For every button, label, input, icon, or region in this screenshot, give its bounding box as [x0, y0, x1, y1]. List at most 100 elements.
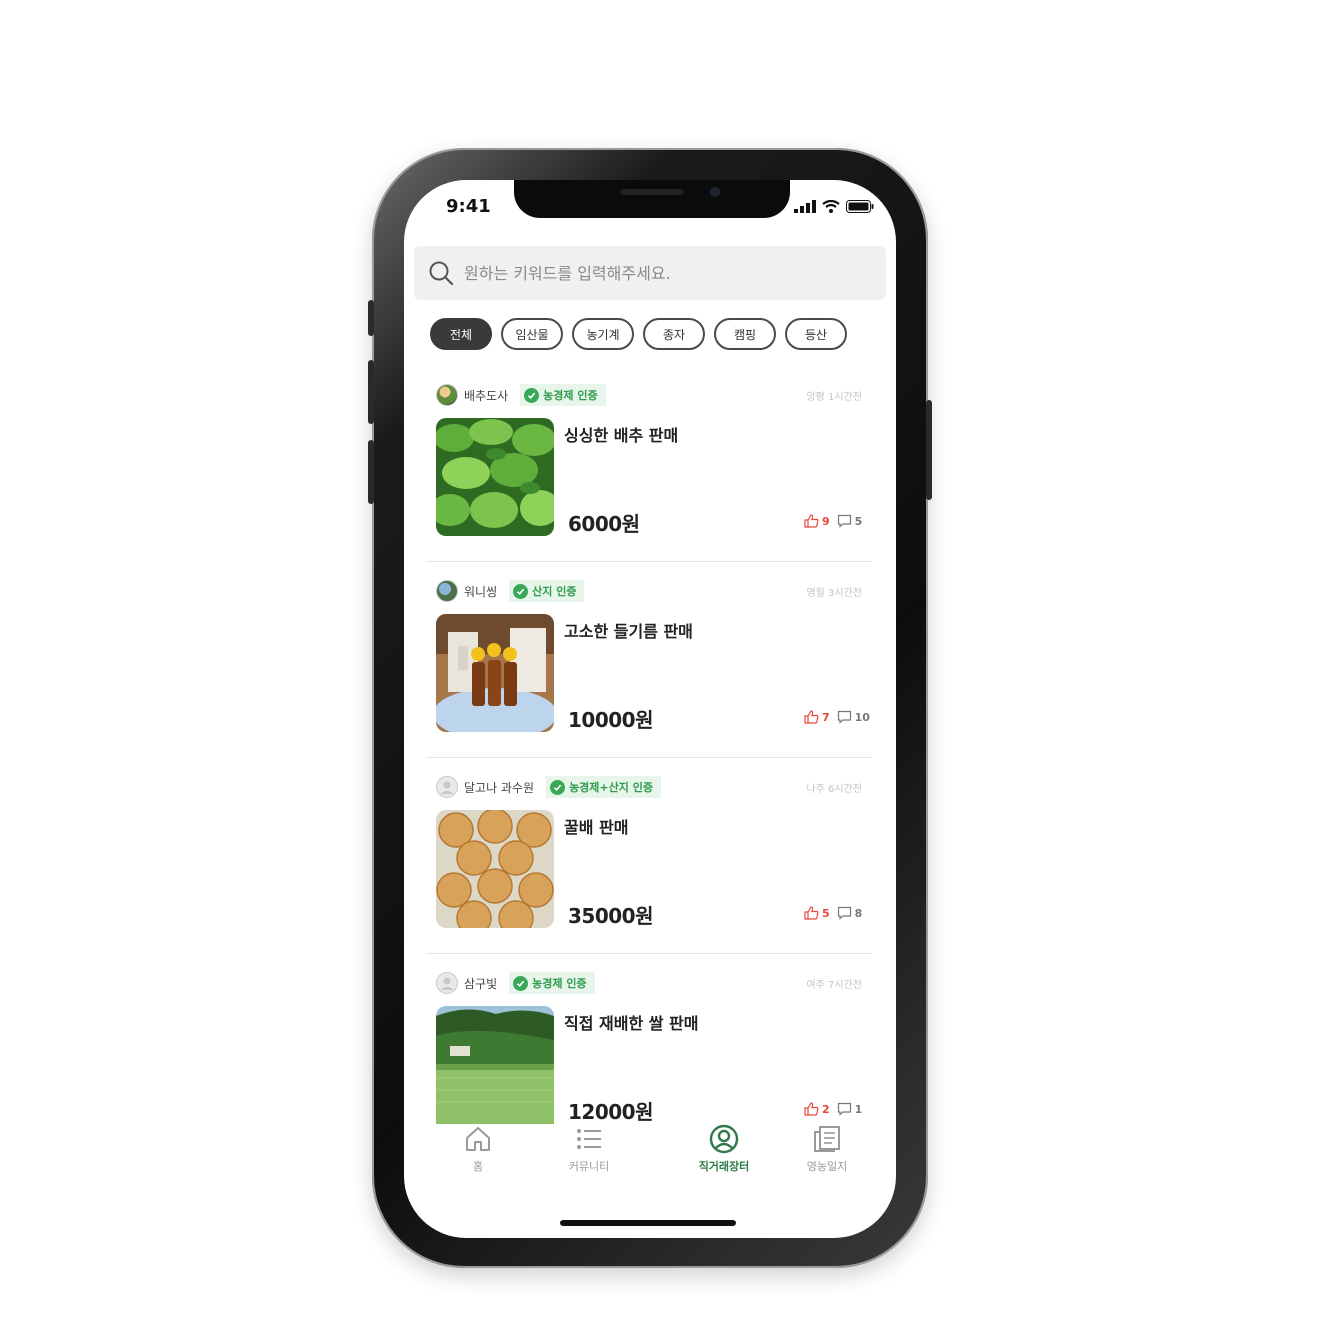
app-screen: 9:41 원하는 키워드를 입력해주세요. 전체 임산물 농기계 종자 캠핑 등… [404, 180, 896, 1238]
bottom-tab-bar: 홈 커뮤니티 직거래장터 영농일지 [404, 1124, 896, 1184]
category-chip-farm-machinery[interactable]: 농기계 [572, 318, 634, 350]
comment-icon[interactable] [837, 514, 852, 528]
user-icon [440, 781, 454, 794]
thumbs-up-icon[interactable] [804, 514, 819, 528]
post-price: 6000원 [568, 512, 640, 536]
post-title: 싱싱한 배추 판매 [564, 426, 679, 445]
tab-label: 직거래장터 [698, 1160, 750, 1173]
post-time: 여주 7시간전 [806, 980, 862, 991]
like-count: 5 [822, 906, 830, 920]
certification-badge: 농경제 인증 [509, 972, 595, 994]
product-image[interactable] [436, 1006, 554, 1124]
journal-icon [814, 1126, 840, 1152]
check-circle-icon [550, 779, 566, 795]
tab-label: 홈 [472, 1160, 484, 1173]
post-title: 고소한 들기름 판매 [564, 622, 693, 641]
divider [426, 953, 872, 954]
tab-community[interactable]: 커뮤니티 [544, 1124, 634, 1174]
certification-badge: 농경제+산지 인증 [546, 776, 661, 798]
notch [514, 180, 790, 218]
divider [426, 561, 872, 562]
search-icon [429, 261, 454, 286]
category-chip-camping[interactable]: 캠핑 [714, 318, 776, 350]
avatar [436, 580, 458, 602]
post-stats: 5 8 [804, 906, 876, 920]
status-time: 9:41 [446, 196, 491, 217]
comment-count: 10 [854, 710, 870, 724]
front-camera [710, 187, 720, 197]
certification-badge: 산지 인증 [509, 580, 585, 602]
post-meta: 삼구빛 농경제 인증 [436, 972, 595, 994]
wifi-icon [822, 200, 840, 213]
post-stats: 9 5 [804, 514, 876, 528]
user-icon [440, 977, 454, 990]
post-title: 꿀배 판매 [564, 818, 629, 837]
home-icon [466, 1127, 490, 1151]
search-input[interactable] [462, 262, 866, 284]
avatar [436, 776, 458, 798]
seller-name: 달고나 과수원 [464, 780, 535, 795]
product-image[interactable] [436, 810, 554, 928]
comment-count: 8 [854, 906, 863, 920]
post-time: 나주 6시간전 [806, 784, 862, 795]
certification-label: 농경제+산지 인증 [569, 781, 653, 794]
comment-icon[interactable] [837, 1102, 852, 1116]
list-icon [577, 1129, 601, 1149]
certification-label: 농경제 인증 [543, 389, 598, 402]
comment-icon[interactable] [837, 710, 852, 724]
thumbs-up-icon[interactable] [804, 710, 819, 724]
thumbs-up-icon[interactable] [804, 1102, 819, 1116]
post-stats: 2 1 [804, 1102, 876, 1116]
comment-icon[interactable] [837, 906, 852, 920]
signal-icon [794, 200, 816, 213]
category-chip-seeds[interactable]: 종자 [643, 318, 705, 350]
post-card[interactable]: 삼구빛 농경제 인증 여주 7시간전 직접 재배한 쌀 판매 12000원 2 … [426, 960, 876, 1124]
post-stats: 7 10 [804, 710, 876, 724]
category-chip-all[interactable]: 전체 [430, 318, 492, 350]
volume-down-button [368, 440, 374, 504]
certification-badge: 농경제 인증 [520, 384, 606, 406]
check-circle-icon [513, 975, 529, 991]
volume-up-button [368, 360, 374, 424]
tab-home[interactable]: 홈 [433, 1124, 523, 1174]
mockup-stage: 9:41 원하는 키워드를 입력해주세요. 전체 임산물 농기계 종자 캠핑 등… [0, 0, 1334, 1334]
like-count: 7 [822, 710, 830, 724]
like-count: 2 [822, 1102, 830, 1116]
certification-label: 산지 인증 [532, 585, 577, 598]
status-icons [794, 200, 874, 213]
post-card[interactable]: 워니씽 산지 인증 영월 3시간전 고소한 들기름 판매 10000원 7 10 [426, 568, 876, 758]
product-image[interactable] [436, 418, 554, 536]
user-circle-icon [709, 1124, 739, 1154]
search-bar[interactable] [414, 246, 886, 300]
category-chip-hiking[interactable]: 등산 [785, 318, 847, 350]
post-meta: 달고나 과수원 농경제+산지 인증 [436, 776, 661, 798]
post-meta: 배추도사 농경제 인증 [436, 384, 606, 406]
post-price: 12000원 [568, 1100, 653, 1124]
post-meta: 워니씽 산지 인증 [436, 580, 585, 602]
thumbs-up-icon[interactable] [804, 906, 819, 920]
product-image[interactable] [436, 614, 554, 732]
tab-direct-market[interactable]: 직거래장터 [679, 1124, 769, 1174]
seller-name: 워니씽 [464, 584, 498, 599]
comment-count: 1 [854, 1102, 863, 1116]
check-circle-icon [513, 583, 529, 599]
earpiece-speaker [620, 189, 684, 195]
post-title: 직접 재배한 쌀 판매 [564, 1014, 699, 1033]
category-chip-forest-products[interactable]: 임산물 [501, 318, 563, 350]
tab-label: 커뮤니티 [568, 1160, 610, 1173]
post-price: 35000원 [568, 904, 653, 928]
post-card[interactable]: 배추도사 농경제 인증 양평 1시간전 싱싱한 배추 판매 6000원 9 5 [426, 372, 876, 562]
power-button [926, 400, 932, 500]
seller-name: 배추도사 [464, 388, 509, 403]
tab-farm-journal[interactable]: 영농일지 [782, 1124, 872, 1174]
post-card[interactable]: 달고나 과수원 농경제+산지 인증 나주 6시간전 꿀배 판매 35000원 5… [426, 764, 876, 954]
battery-icon [846, 200, 874, 213]
comment-count: 5 [854, 514, 863, 528]
home-indicator[interactable] [560, 1220, 736, 1226]
divider [426, 757, 872, 758]
avatar [436, 384, 458, 406]
post-price: 10000원 [568, 708, 653, 732]
post-time: 양평 1시간전 [806, 392, 862, 403]
post-time: 영월 3시간전 [806, 588, 862, 599]
tab-label: 영농일지 [806, 1160, 848, 1173]
